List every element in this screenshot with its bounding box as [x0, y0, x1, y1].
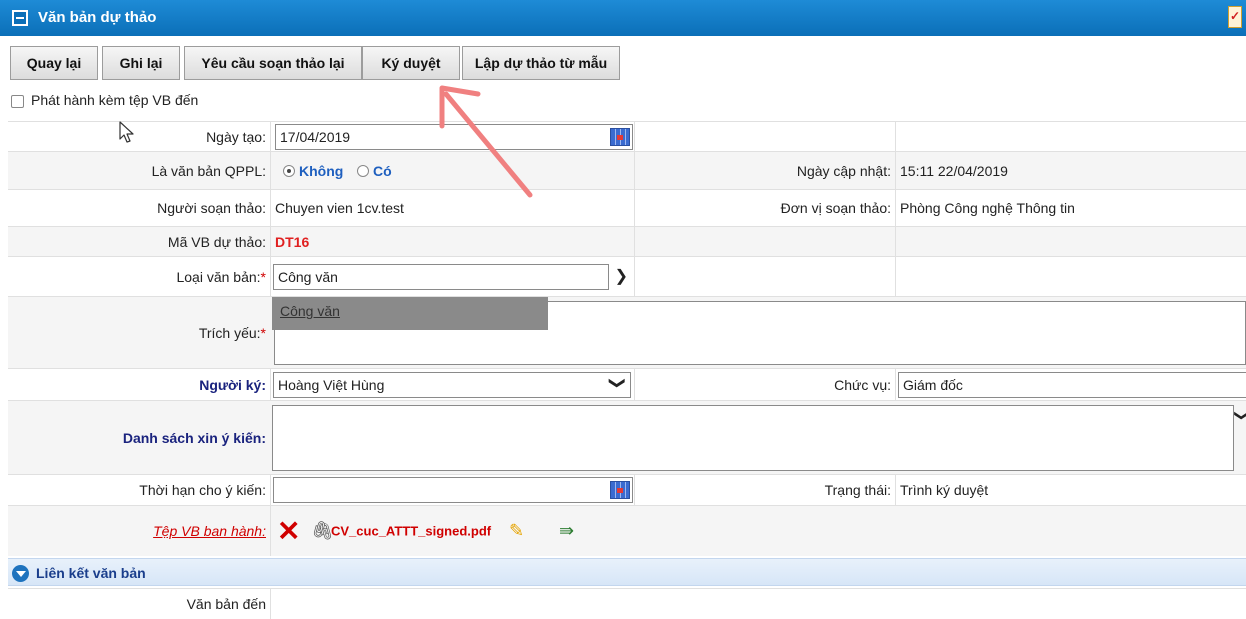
- legal-doc-no-label: Không: [299, 162, 344, 179]
- row-signer: Người ký: Hoàng Việt Hùng ❯ Chức vụ: Giá…: [8, 368, 1246, 400]
- signer-label: Người ký:: [199, 376, 266, 393]
- doc-type-select[interactable]: Công văn: [273, 264, 609, 290]
- row-deadline: Thời hạn cho ý kiến: Trạng thái: Trình k…: [8, 474, 1246, 505]
- calendar-icon[interactable]: [610, 481, 630, 499]
- legal-doc-yes-radio[interactable]: [357, 164, 369, 177]
- draft-from-template-button[interactable]: Lập dự thảo từ mẫu: [462, 46, 620, 80]
- pencil-icon[interactable]: ✎: [509, 521, 524, 542]
- chevron-down-icon[interactable]: ❯: [615, 266, 628, 286]
- links-section-header[interactable]: Liên kết văn bản: [8, 558, 1246, 586]
- signer-select[interactable]: Hoàng Việt Hùng: [273, 372, 631, 398]
- row-opinion-list: Danh sách xin ý kiến: ❯: [8, 400, 1246, 474]
- deadline-input[interactable]: [273, 477, 633, 503]
- row-code: Mã VB dự thảo: DT16: [8, 226, 1246, 256]
- save-button[interactable]: Ghi lại: [102, 46, 180, 80]
- position-input[interactable]: Giám đốc: [898, 372, 1246, 398]
- calendar-icon[interactable]: [610, 128, 630, 146]
- checklist-icon[interactable]: [1228, 6, 1242, 28]
- approve-sign-button[interactable]: Ký duyệt: [362, 46, 460, 80]
- drafter-label: Người soạn thảo:: [157, 200, 266, 216]
- unit-value: Phòng Công nghệ Thông tin: [900, 200, 1075, 216]
- code-label: Mã VB dự thảo:: [167, 233, 266, 250]
- unit-label: Đơn vị soạn thảo:: [780, 200, 891, 216]
- row-created-date: Ngày tạo: 17/04/2019: [8, 121, 1246, 151]
- doc-type-option[interactable]: Công văn: [280, 303, 340, 319]
- row-summary: Trích yếu:*: [8, 296, 1246, 368]
- doc-type-dropdown: Công văn: [272, 297, 548, 330]
- expand-circle-icon[interactable]: [12, 565, 29, 582]
- mouse-cursor-icon: [119, 121, 134, 143]
- attach-incoming-label: Phát hành kèm tệp VB đến: [31, 92, 199, 108]
- edit-document-icon[interactable]: ⇛: [559, 521, 574, 542]
- opinion-list-label: Danh sách xin ý kiến:: [122, 429, 266, 446]
- chevron-down-icon[interactable]: ❯: [607, 376, 627, 389]
- row-doc-type: Loại văn bản:* Công văn ❯: [8, 256, 1246, 296]
- incoming-label: Văn bản đến: [186, 596, 266, 612]
- links-section-title: Liên kết văn bản: [36, 565, 146, 581]
- request-redraft-button[interactable]: Yêu cầu soạn thảo lại: [184, 46, 362, 80]
- back-button[interactable]: Quay lại: [10, 46, 98, 80]
- legal-doc-yes-label: Có: [373, 162, 392, 179]
- created-date-input[interactable]: 17/04/2019: [275, 124, 633, 150]
- opinion-list-textarea[interactable]: [272, 405, 1234, 471]
- created-date-label: Ngày tạo:: [206, 128, 266, 145]
- row-legal-doc: Là văn bản QPPL: Không Có Ngày cập nhật:…: [8, 151, 1246, 189]
- collapse-icon[interactable]: [12, 10, 28, 26]
- window-titlebar: Văn bản dự thảo: [0, 0, 1246, 36]
- drafter-value: Chuyen vien 1cv.test: [275, 200, 404, 216]
- row-issue-file: Tệp VB ban hành: ✕ 🖇 CV_cuc_ATTT_signed.…: [8, 505, 1246, 556]
- required-mark: *: [260, 324, 266, 341]
- legal-doc-no-radio[interactable]: [283, 164, 295, 177]
- chevron-down-icon[interactable]: ❯: [1234, 410, 1246, 422]
- doc-type-label: Loại văn bản:: [176, 268, 261, 285]
- status-value: Trình ký duyệt: [900, 482, 989, 498]
- issue-file-label[interactable]: Tệp VB ban hành:: [153, 523, 266, 539]
- checkbox-icon[interactable]: [11, 95, 24, 108]
- required-mark: *: [260, 268, 266, 285]
- summary-label: Trích yếu:: [198, 324, 261, 341]
- position-label: Chức vụ:: [834, 376, 891, 393]
- updated-value: 15:11 22/04/2019: [900, 162, 1008, 179]
- legal-doc-label: Là văn bản QPPL:: [151, 162, 266, 179]
- window-title: Văn bản dự thảo: [38, 9, 157, 26]
- row-drafter: Người soạn thảo: Chuyen vien 1cv.test Đơ…: [8, 189, 1246, 226]
- code-value: DT16: [275, 233, 310, 250]
- deadline-label: Thời hạn cho ý kiến:: [139, 482, 266, 498]
- issue-file-name[interactable]: CV_cuc_ATTT_signed.pdf: [331, 524, 491, 539]
- status-label: Trạng thái:: [824, 482, 891, 498]
- delete-icon[interactable]: ✕: [277, 515, 300, 548]
- row-incoming-link: Văn bản đến: [8, 588, 1246, 619]
- updated-label: Ngày cập nhật:: [796, 162, 891, 179]
